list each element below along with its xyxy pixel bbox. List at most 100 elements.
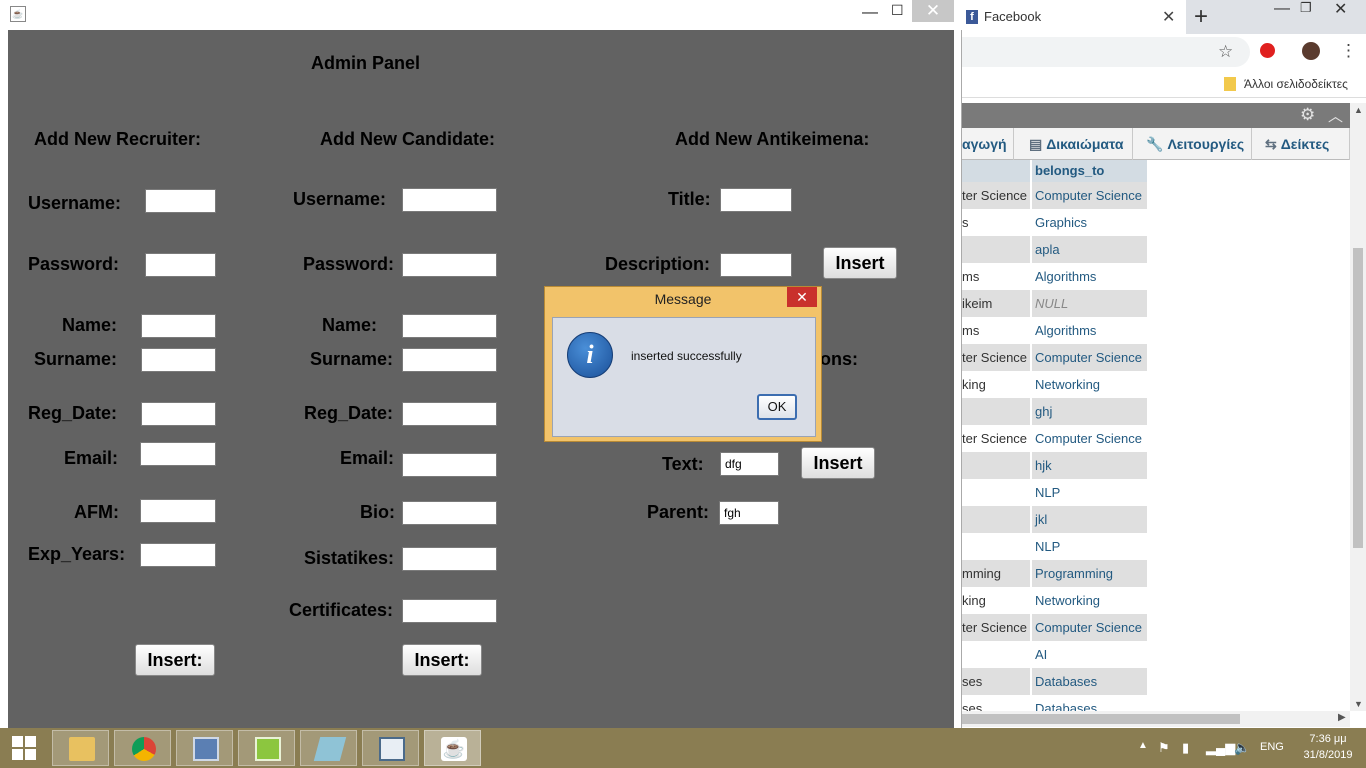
candidate-insert-button[interactable]: Insert: bbox=[402, 644, 482, 676]
table-row[interactable]: ms Algorithms bbox=[962, 317, 1147, 344]
column-header-belongs-to[interactable]: belongs_to bbox=[1032, 160, 1147, 182]
candidate-surname-field[interactable] bbox=[402, 348, 497, 372]
scrollbar-thumb[interactable] bbox=[962, 714, 1240, 724]
taskbar-file-explorer[interactable] bbox=[52, 730, 109, 766]
recruiter-email-field[interactable] bbox=[140, 442, 216, 466]
taskbar-notepad-plus-plus[interactable] bbox=[238, 730, 295, 766]
candidate-sistatikes-field[interactable] bbox=[402, 547, 497, 571]
maximize-button[interactable]: ☐ bbox=[891, 2, 904, 19]
recruiter-reg-date-field[interactable] bbox=[141, 402, 216, 426]
table-row[interactable]: ses Databases bbox=[962, 668, 1147, 695]
profile-avatar[interactable] bbox=[1302, 42, 1320, 60]
tab-triggers[interactable]: ⇆ Δείκτες bbox=[1253, 128, 1350, 160]
other-bookmarks-link[interactable]: Άλλοι σελιδοδείκτες bbox=[1244, 77, 1348, 91]
new-tab-button[interactable]: + bbox=[1194, 3, 1208, 31]
scroll-right-arrow-icon[interactable]: ▶ bbox=[1338, 712, 1346, 723]
candidate-username-field[interactable] bbox=[402, 188, 497, 212]
tab-close-icon[interactable]: ✕ bbox=[1162, 7, 1175, 27]
clock-time[interactable]: 7:36 μμ bbox=[1300, 733, 1356, 745]
table-row[interactable]: ter Science Computer Science bbox=[962, 425, 1147, 452]
settings-gear-icon[interactable]: ⚙ bbox=[1300, 105, 1315, 125]
show-hidden-icons-icon[interactable]: ▲ bbox=[1138, 740, 1148, 751]
recruiter-name-field[interactable] bbox=[141, 314, 216, 338]
address-bar[interactable] bbox=[962, 37, 1250, 67]
scroll-up-arrow-icon[interactable]: ▲ bbox=[1354, 105, 1363, 115]
tab-import[interactable]: αγωγή bbox=[962, 128, 1014, 160]
table-row[interactable]: NLP bbox=[962, 479, 1147, 506]
recruiter-password-field[interactable] bbox=[145, 253, 216, 277]
browser-restore-button[interactable]: ❐ bbox=[1300, 0, 1312, 16]
table-row[interactable]: ter Science Computer Science bbox=[962, 614, 1147, 641]
volume-icon[interactable]: 🔈 bbox=[1234, 740, 1250, 756]
antikeimena-title-field[interactable] bbox=[720, 188, 792, 212]
taskbar-chrome[interactable] bbox=[114, 730, 171, 766]
bookmark-star-icon[interactable]: ☆ bbox=[1218, 42, 1233, 62]
taskbar-java[interactable]: ☕ bbox=[424, 730, 481, 766]
recruiter-surname-field[interactable] bbox=[141, 348, 216, 372]
collapse-icon[interactable]: ︿ bbox=[1328, 105, 1343, 126]
scroll-down-arrow-icon[interactable]: ▼ bbox=[1354, 699, 1363, 709]
table-row[interactable]: king Networking bbox=[962, 587, 1147, 614]
table-row[interactable]: ghj bbox=[962, 398, 1147, 425]
recruiter-exp-years-field[interactable] bbox=[140, 543, 216, 567]
vertical-scrollbar[interactable]: ▲ ▼ bbox=[1350, 103, 1366, 711]
candidate-password-field[interactable] bbox=[402, 253, 497, 277]
recruiter-insert-button[interactable]: Insert: bbox=[135, 644, 215, 676]
tab-privileges[interactable]: ▤ Δικαιώματα bbox=[1015, 128, 1133, 160]
parent-field[interactable]: fgh bbox=[719, 501, 779, 525]
dialog-close-button[interactable]: ✕ bbox=[787, 287, 817, 307]
adblock-extension-icon[interactable] bbox=[1260, 43, 1275, 58]
clock-date[interactable]: 31/8/2019 bbox=[1296, 749, 1360, 761]
candidate-name-field[interactable] bbox=[402, 314, 497, 338]
start-button[interactable] bbox=[0, 728, 48, 768]
table-row[interactable]: ikeim NULL bbox=[962, 290, 1147, 317]
taskbar-window-app[interactable] bbox=[362, 730, 419, 766]
table-row[interactable]: mming Programming bbox=[962, 560, 1147, 587]
recruiter-afm-field[interactable] bbox=[140, 499, 216, 523]
browser-menu-icon[interactable]: ⋮ bbox=[1340, 41, 1357, 61]
candidate-reg-date-field[interactable] bbox=[402, 402, 497, 426]
wifi-signal-icon[interactable]: ▂▄▆ bbox=[1206, 740, 1235, 756]
table-row[interactable]: ter Science Computer Science bbox=[962, 344, 1147, 371]
close-button[interactable]: ✕ bbox=[912, 0, 954, 22]
horizontal-scrollbar[interactable]: ▶ bbox=[962, 711, 1350, 727]
table-row[interactable]: s Graphics bbox=[962, 209, 1147, 236]
table-row[interactable]: jkl bbox=[962, 506, 1147, 533]
text-insert-button[interactable]: Insert bbox=[801, 447, 875, 479]
antikeimena-insert-button[interactable]: Insert bbox=[823, 247, 897, 279]
table-row[interactable]: AI bbox=[962, 641, 1147, 668]
table-row[interactable]: apla bbox=[962, 236, 1147, 263]
text-field[interactable]: dfg bbox=[720, 452, 779, 476]
table-row[interactable]: ms Algorithms bbox=[962, 263, 1147, 290]
candidate-username-label: Username: bbox=[293, 189, 387, 209]
virtualbox-icon bbox=[193, 737, 219, 761]
battery-icon[interactable]: ▮ bbox=[1182, 740, 1189, 756]
tab-routines[interactable]: 🔧 Λειτουργίες bbox=[1134, 128, 1252, 160]
table-row[interactable]: NLP bbox=[962, 533, 1147, 560]
candidate-email-field[interactable] bbox=[402, 453, 497, 477]
recruiter-heading: Add New Recruiter: bbox=[34, 129, 202, 149]
table-cell bbox=[962, 533, 1030, 560]
table-row[interactable]: ter Science Computer Science bbox=[962, 182, 1147, 209]
window-title-bar[interactable]: ☕ — ☐ ✕ bbox=[0, 0, 962, 30]
antikeimena-description-field[interactable] bbox=[720, 253, 792, 277]
taskbar-eraser-app[interactable] bbox=[300, 730, 357, 766]
minimize-button[interactable]: — bbox=[862, 4, 878, 22]
flag-icon[interactable]: ⚑ bbox=[1158, 740, 1170, 756]
ok-button[interactable]: OK bbox=[757, 394, 797, 420]
table-row[interactable]: hjk bbox=[962, 452, 1147, 479]
candidate-bio-field[interactable] bbox=[402, 501, 497, 525]
candidate-reg-date-label: Reg_Date: bbox=[304, 403, 394, 423]
recruiter-username-field[interactable] bbox=[145, 189, 216, 213]
table-cell: Databases bbox=[1032, 668, 1147, 695]
browser-close-button[interactable]: ✕ bbox=[1334, 0, 1347, 19]
table-cell: NLP bbox=[1032, 533, 1147, 560]
candidate-certificates-field[interactable] bbox=[402, 599, 497, 623]
taskbar-virtualbox[interactable] bbox=[176, 730, 233, 766]
browser-tab-facebook[interactable]: f Facebook ✕ bbox=[962, 0, 1186, 34]
browser-minimize-button[interactable]: — bbox=[1274, 0, 1290, 18]
table-cell: hjk bbox=[1032, 452, 1147, 479]
input-language[interactable]: ENG bbox=[1260, 741, 1284, 753]
table-row[interactable]: king Networking bbox=[962, 371, 1147, 398]
scrollbar-thumb[interactable] bbox=[1353, 248, 1363, 548]
